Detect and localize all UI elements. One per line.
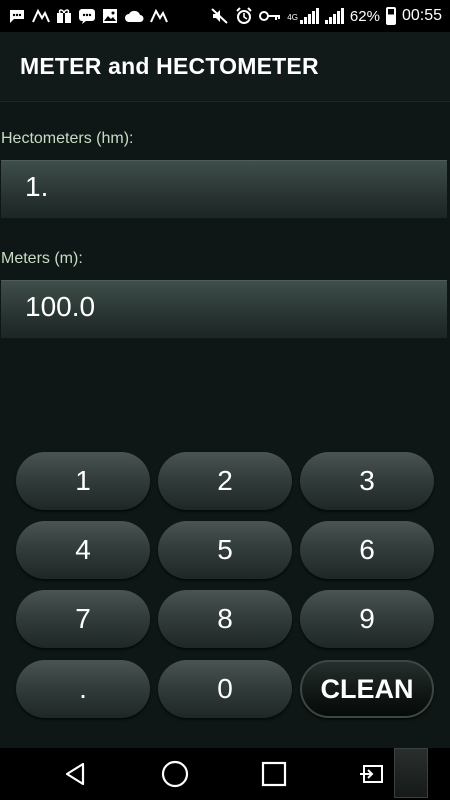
- hectometers-value: 1.: [25, 170, 49, 202]
- app-title-bar: METER and HECTOMETER: [0, 32, 450, 102]
- key-1[interactable]: 1: [16, 452, 150, 510]
- key-6[interactable]: 6: [300, 521, 434, 579]
- key-3[interactable]: 3: [300, 452, 434, 510]
- back-icon: [65, 762, 85, 786]
- converter-fields: Hectometers (hm): 1. Meters (m): 100.0: [0, 102, 450, 442]
- battery-icon: [385, 7, 396, 25]
- app-notification-icon: [32, 8, 50, 23]
- key-2[interactable]: 2: [158, 452, 292, 510]
- status-bar: 4G 62% 00:55: [0, 0, 450, 32]
- key-0[interactable]: 0: [158, 660, 292, 718]
- app-notification-icon-2: [150, 8, 168, 23]
- alarm-icon: [236, 7, 252, 24]
- screenshot-thumbnail[interactable]: [394, 748, 428, 798]
- home-icon: [161, 760, 189, 788]
- keypad: 1 2 3 4 5 6 7 8 9 . 0 CLEAN: [0, 442, 450, 748]
- clock: 00:55: [401, 7, 442, 24]
- navigation-bar: [0, 748, 450, 800]
- cloud-icon: [125, 10, 144, 22]
- key-5[interactable]: 5: [158, 521, 292, 579]
- network-type-label: 4G: [287, 13, 298, 22]
- meters-value: 100.0: [25, 290, 96, 322]
- status-right-icons: 4G 62% 00:55: [211, 7, 442, 25]
- message-icon: [79, 9, 95, 24]
- hectometers-label: Hectometers (hm):: [1, 130, 134, 147]
- battery-percentage: 62%: [349, 7, 380, 25]
- meters-field[interactable]: 100.0: [1, 280, 447, 338]
- hectometers-field[interactable]: 1.: [1, 160, 447, 218]
- gift-icon: [57, 9, 71, 23]
- back-button[interactable]: [56, 756, 96, 792]
- signal-strength-icon: [299, 8, 319, 24]
- app-screen: 4G 62% 00:55 METER and HECTOMETER Hectom…: [0, 0, 450, 800]
- recents-icon: [261, 761, 287, 787]
- mute-icon: [211, 8, 228, 24]
- screen-share-icon: [360, 765, 383, 783]
- key-7[interactable]: 7: [16, 590, 150, 648]
- key-decimal-point[interactable]: .: [16, 660, 150, 718]
- key-4[interactable]: 4: [16, 521, 150, 579]
- key-9[interactable]: 9: [300, 590, 434, 648]
- gallery-icon: [103, 9, 117, 23]
- key-icon: [259, 11, 281, 21]
- page-title: METER and HECTOMETER: [20, 53, 319, 79]
- home-button[interactable]: [155, 756, 195, 792]
- status-left-icons: [8, 8, 168, 24]
- messenger-icon: [10, 10, 24, 23]
- key-8[interactable]: 8: [158, 590, 292, 648]
- recents-button[interactable]: [254, 756, 294, 792]
- screen-share-button[interactable]: [352, 756, 392, 792]
- signal-strength-icon-2: [324, 8, 344, 24]
- clean-button[interactable]: CLEAN: [300, 660, 434, 718]
- meters-label: Meters (m):: [1, 250, 83, 267]
